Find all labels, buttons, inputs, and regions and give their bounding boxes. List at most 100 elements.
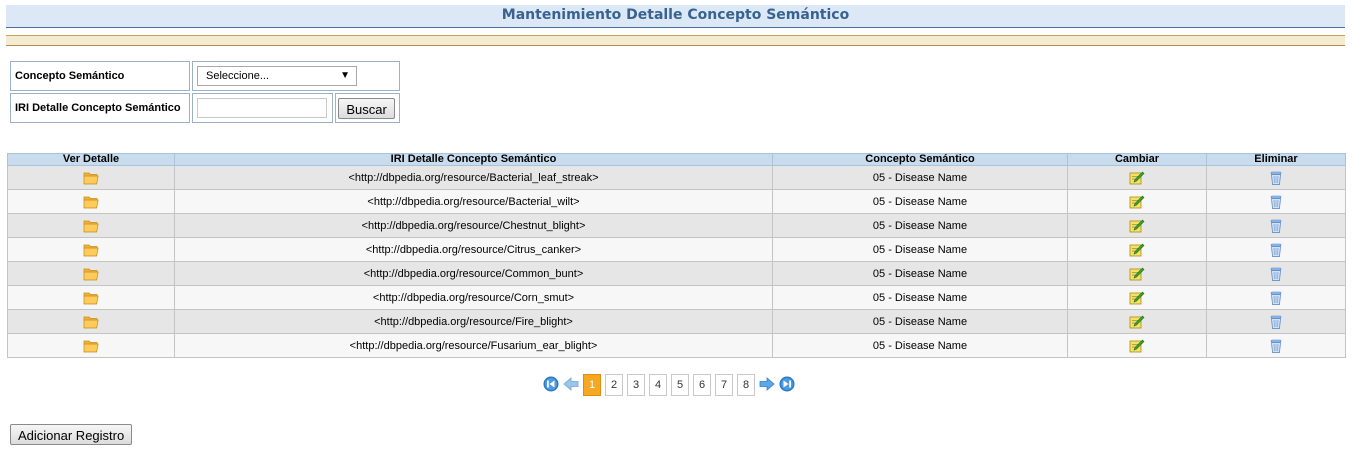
table-row: <http://dbpedia.org/resource/Bacterial_l… bbox=[7, 165, 1346, 190]
folder-icon[interactable] bbox=[83, 291, 99, 304]
folder-icon[interactable] bbox=[83, 171, 99, 184]
iri-cell: <http://dbpedia.org/resource/Corn_smut> bbox=[174, 285, 773, 310]
concepto-cell: 05 - Disease Name bbox=[772, 333, 1068, 358]
edit-icon[interactable] bbox=[1129, 171, 1145, 184]
page-number-6[interactable]: 6 bbox=[693, 374, 711, 396]
prev-page-icon[interactable] bbox=[563, 376, 579, 395]
page-number-7[interactable]: 7 bbox=[715, 374, 733, 396]
iri-cell: <http://dbpedia.org/resource/Citrus_cank… bbox=[174, 237, 773, 262]
page-number-3[interactable]: 3 bbox=[627, 374, 645, 396]
first-page-icon[interactable] bbox=[543, 376, 559, 395]
page-title: Mantenimiento Detalle Concepto Semántico bbox=[6, 5, 1345, 28]
pagination: 12345678 bbox=[543, 373, 799, 397]
col-header-ver: Ver Detalle bbox=[7, 153, 175, 166]
concepto-cell: 05 - Disease Name bbox=[772, 309, 1068, 334]
ver-detalle-cell bbox=[7, 285, 175, 310]
ver-detalle-cell bbox=[7, 309, 175, 334]
page-number-2[interactable]: 2 bbox=[605, 374, 623, 396]
eliminar-cell bbox=[1206, 309, 1346, 334]
edit-icon[interactable] bbox=[1129, 195, 1145, 208]
edit-icon[interactable] bbox=[1129, 267, 1145, 280]
buscar-button[interactable]: Buscar bbox=[338, 97, 395, 119]
eliminar-cell bbox=[1206, 213, 1346, 238]
folder-icon[interactable] bbox=[83, 267, 99, 280]
folder-icon[interactable] bbox=[83, 219, 99, 232]
eliminar-cell bbox=[1206, 189, 1346, 214]
cambiar-cell bbox=[1067, 213, 1207, 238]
trash-icon[interactable] bbox=[1268, 291, 1284, 305]
concepto-cell: 05 - Disease Name bbox=[772, 285, 1068, 310]
iri-cell: <http://dbpedia.org/resource/Fusarium_ea… bbox=[174, 333, 773, 358]
iri-cell: <http://dbpedia.org/resource/Fire_blight… bbox=[174, 309, 773, 334]
concepto-select-value: Seleccione... bbox=[206, 70, 269, 82]
table-header-row: Ver Detalle IRI Detalle Concepto Semánti… bbox=[7, 153, 1346, 166]
ver-detalle-cell bbox=[7, 213, 175, 238]
ver-detalle-cell bbox=[7, 165, 175, 190]
title-ribbon bbox=[6, 35, 1345, 46]
cambiar-cell bbox=[1067, 285, 1207, 310]
table-row: <http://dbpedia.org/resource/Chestnut_bl… bbox=[7, 213, 1346, 238]
iri-cell: <http://dbpedia.org/resource/Common_bunt… bbox=[174, 261, 773, 286]
next-page-icon[interactable] bbox=[759, 376, 775, 395]
trash-icon[interactable] bbox=[1268, 267, 1284, 281]
table-row: <http://dbpedia.org/resource/Bacterial_w… bbox=[7, 189, 1346, 214]
table-row: <http://dbpedia.org/resource/Citrus_cank… bbox=[7, 237, 1346, 262]
folder-icon[interactable] bbox=[83, 339, 99, 352]
cambiar-cell bbox=[1067, 309, 1207, 334]
page-number-8[interactable]: 8 bbox=[737, 374, 755, 396]
chevron-down-icon: ▼ bbox=[340, 70, 350, 81]
table-row: <http://dbpedia.org/resource/Fire_blight… bbox=[7, 309, 1346, 334]
page-number-4[interactable]: 4 bbox=[649, 374, 667, 396]
trash-icon[interactable] bbox=[1268, 339, 1284, 353]
eliminar-cell bbox=[1206, 333, 1346, 358]
concepto-cell: 05 - Disease Name bbox=[772, 165, 1068, 190]
eliminar-cell bbox=[1206, 261, 1346, 286]
iri-input[interactable] bbox=[197, 98, 327, 118]
iri-cell: <http://dbpedia.org/resource/Bacterial_l… bbox=[174, 165, 773, 190]
folder-icon[interactable] bbox=[83, 195, 99, 208]
eliminar-cell bbox=[1206, 165, 1346, 190]
concepto-cell: 05 - Disease Name bbox=[772, 189, 1068, 214]
page-number-5[interactable]: 5 bbox=[671, 374, 689, 396]
iri-cell: <http://dbpedia.org/resource/Bacterial_w… bbox=[174, 189, 773, 214]
trash-icon[interactable] bbox=[1268, 243, 1284, 257]
ver-detalle-cell bbox=[7, 333, 175, 358]
edit-icon[interactable] bbox=[1129, 291, 1145, 304]
folder-icon[interactable] bbox=[83, 315, 99, 328]
page-number-1[interactable]: 1 bbox=[583, 374, 601, 396]
folder-icon[interactable] bbox=[83, 243, 99, 256]
last-page-icon[interactable] bbox=[779, 376, 795, 395]
table-row: <http://dbpedia.org/resource/Fusarium_ea… bbox=[7, 333, 1346, 358]
col-header-iri: IRI Detalle Concepto Semántico bbox=[174, 153, 773, 166]
col-header-concepto: Concepto Semántico bbox=[772, 153, 1068, 166]
concepto-cell: 05 - Disease Name bbox=[772, 237, 1068, 262]
edit-icon[interactable] bbox=[1129, 219, 1145, 232]
ver-detalle-cell bbox=[7, 237, 175, 262]
iri-cell: <http://dbpedia.org/resource/Chestnut_bl… bbox=[174, 213, 773, 238]
iri-label: IRI Detalle Concepto Semántico bbox=[10, 93, 190, 123]
edit-icon[interactable] bbox=[1129, 243, 1145, 256]
cambiar-cell bbox=[1067, 237, 1207, 262]
trash-icon[interactable] bbox=[1268, 219, 1284, 233]
trash-icon[interactable] bbox=[1268, 195, 1284, 209]
concepto-select[interactable]: Seleccione... ▼ bbox=[197, 66, 357, 86]
eliminar-cell bbox=[1206, 237, 1346, 262]
cambiar-cell bbox=[1067, 165, 1207, 190]
table-row: <http://dbpedia.org/resource/Corn_smut> 0… bbox=[7, 285, 1346, 310]
table-row: <http://dbpedia.org/resource/Common_bunt… bbox=[7, 261, 1346, 286]
col-header-eliminar: Eliminar bbox=[1206, 153, 1346, 166]
col-header-cambiar: Cambiar bbox=[1067, 153, 1207, 166]
edit-icon[interactable] bbox=[1129, 315, 1145, 328]
cambiar-cell bbox=[1067, 189, 1207, 214]
trash-icon[interactable] bbox=[1268, 315, 1284, 329]
add-record-button[interactable]: Adicionar Registro bbox=[10, 424, 133, 445]
eliminar-cell bbox=[1206, 285, 1346, 310]
ver-detalle-cell bbox=[7, 189, 175, 214]
search-form: Concepto Semántico Seleccione... ▼ IRI D… bbox=[8, 59, 402, 125]
concepto-cell: 05 - Disease Name bbox=[772, 261, 1068, 286]
results-table: Ver Detalle IRI Detalle Concepto Semánti… bbox=[7, 153, 1346, 358]
edit-icon[interactable] bbox=[1129, 339, 1145, 352]
ver-detalle-cell bbox=[7, 261, 175, 286]
concepto-label: Concepto Semántico bbox=[10, 61, 190, 91]
trash-icon[interactable] bbox=[1268, 171, 1284, 185]
